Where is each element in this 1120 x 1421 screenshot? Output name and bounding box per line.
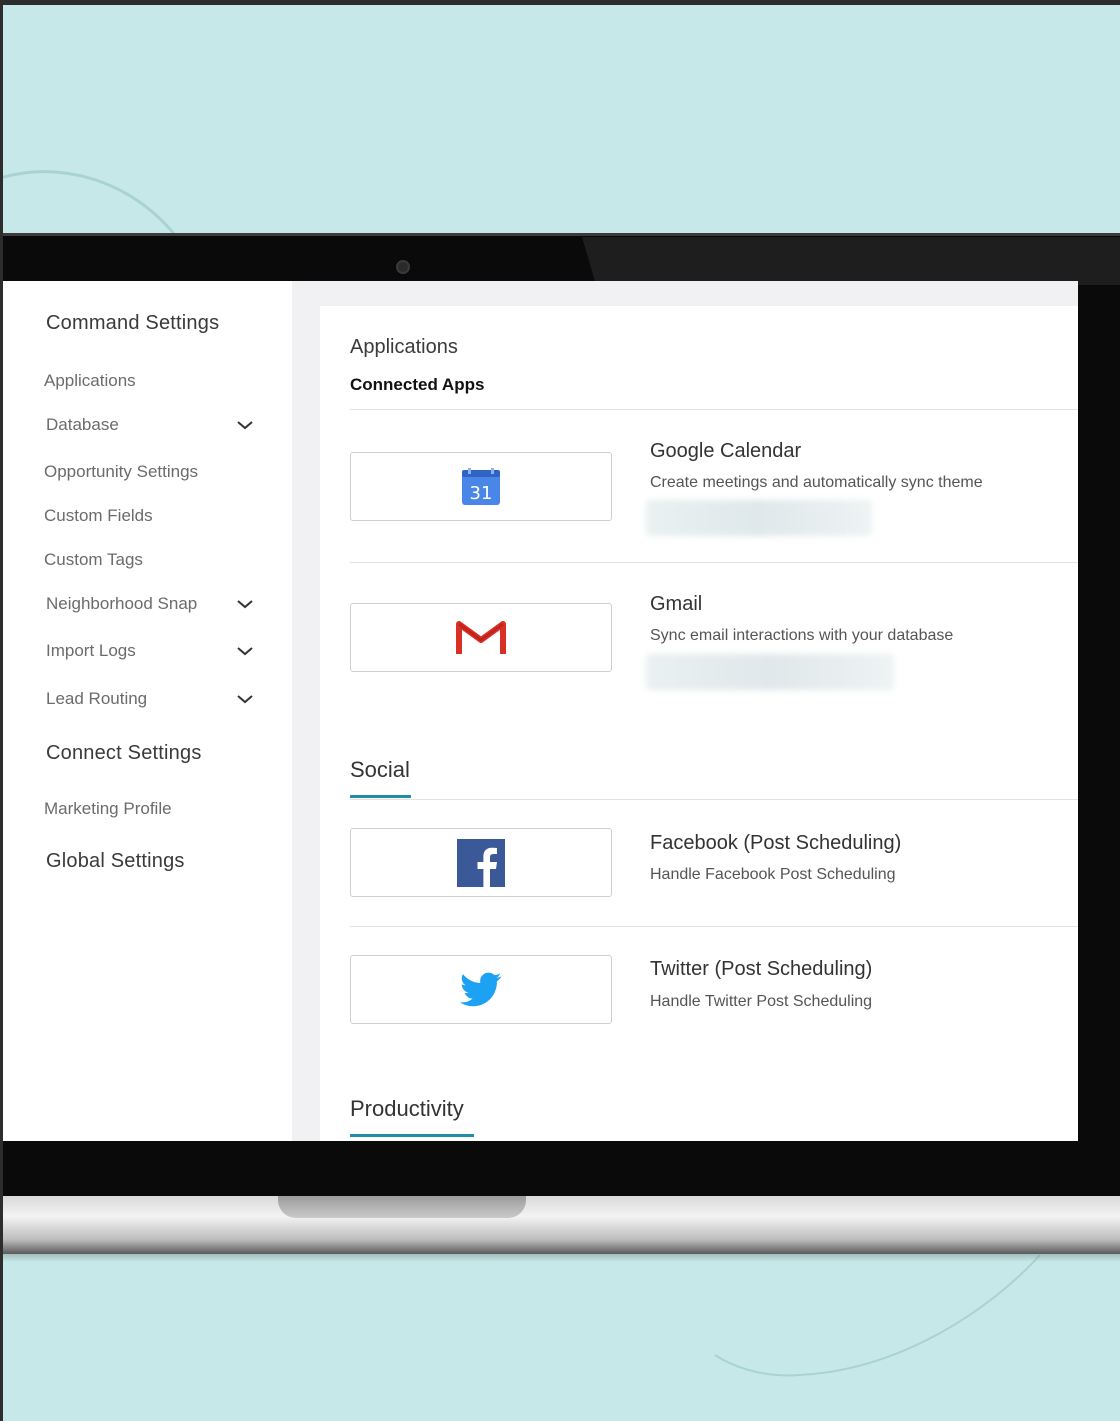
section-underline <box>350 795 411 798</box>
connected-apps-heading: Connected Apps <box>350 375 485 394</box>
divider <box>350 799 1078 800</box>
applications-panel: Applications Connected Apps 31 Google Ca… <box>320 306 1078 1141</box>
app-description: Handle Twitter Post Scheduling <box>650 993 873 1010</box>
section-title-social[interactable]: Social <box>350 757 410 783</box>
sidebar-item-custom-tags[interactable]: Custom Tags <box>44 550 143 570</box>
chevron-down-icon[interactable] <box>236 419 254 431</box>
sidebar-group-global-settings[interactable]: Global Settings <box>46 850 185 873</box>
sidebar-item-lead-routing[interactable]: Lead Routing <box>46 689 147 709</box>
sidebar-item-neighborhood-snap[interactable]: Neighborhood Snap <box>46 594 197 614</box>
sidebar-item-applications[interactable]: Applications <box>44 371 136 391</box>
divider <box>350 562 1078 563</box>
sidebar-item-import-logs[interactable]: Import Logs <box>46 641 136 661</box>
section-underline <box>350 1134 474 1137</box>
twitter-card[interactable] <box>350 955 612 1024</box>
app-description: Sync email interactions with your databa… <box>650 627 954 644</box>
google-calendar-card[interactable]: 31 <box>350 452 612 521</box>
lid-glare <box>582 237 1120 285</box>
sidebar-group-connect-settings[interactable]: Connect Settings <box>46 742 202 765</box>
svg-text:31: 31 <box>470 483 493 504</box>
app-description: Create meetings and automatically sync t… <box>650 474 983 491</box>
webcam <box>396 260 410 274</box>
laptop-base-notch <box>278 1196 526 1218</box>
blurred-status <box>646 500 872 536</box>
blurred-status <box>646 654 894 690</box>
gmail-icon <box>456 620 506 654</box>
sidebar-item-database[interactable]: Database <box>46 415 119 435</box>
sidebar-group-command-settings[interactable]: Command Settings <box>46 312 219 335</box>
divider <box>350 409 1078 410</box>
gmail-card[interactable] <box>350 603 612 672</box>
settings-sidebar: Command Settings Applications Database O… <box>2 281 292 1141</box>
facebook-icon <box>457 838 505 887</box>
twitter-icon <box>460 972 502 1006</box>
chevron-down-icon[interactable] <box>236 598 254 610</box>
app-name: Google Calendar <box>650 440 802 462</box>
laptop-shadow <box>0 1254 1120 1262</box>
section-title-productivity[interactable]: Productivity <box>350 1096 464 1122</box>
page-title: Applications <box>350 336 458 358</box>
google-calendar-icon: 31 <box>462 467 500 505</box>
chevron-down-icon[interactable] <box>236 693 254 705</box>
app-description: Handle Facebook Post Scheduling <box>650 866 896 883</box>
sidebar-item-custom-fields[interactable]: Custom Fields <box>44 506 153 526</box>
app-name: Facebook (Post Scheduling) <box>650 832 902 854</box>
sidebar-item-opportunity-settings[interactable]: Opportunity Settings <box>44 462 198 482</box>
sidebar-item-marketing-profile[interactable]: Marketing Profile <box>44 799 172 819</box>
app-name: Twitter (Post Scheduling) <box>650 958 873 980</box>
laptop-base <box>0 1196 1120 1254</box>
app-name: Gmail <box>650 593 703 615</box>
chevron-down-icon[interactable] <box>236 645 254 657</box>
divider <box>350 926 1078 927</box>
laptop-screen: Command Settings Applications Database O… <box>2 281 1078 1141</box>
facebook-card[interactable] <box>350 828 612 897</box>
